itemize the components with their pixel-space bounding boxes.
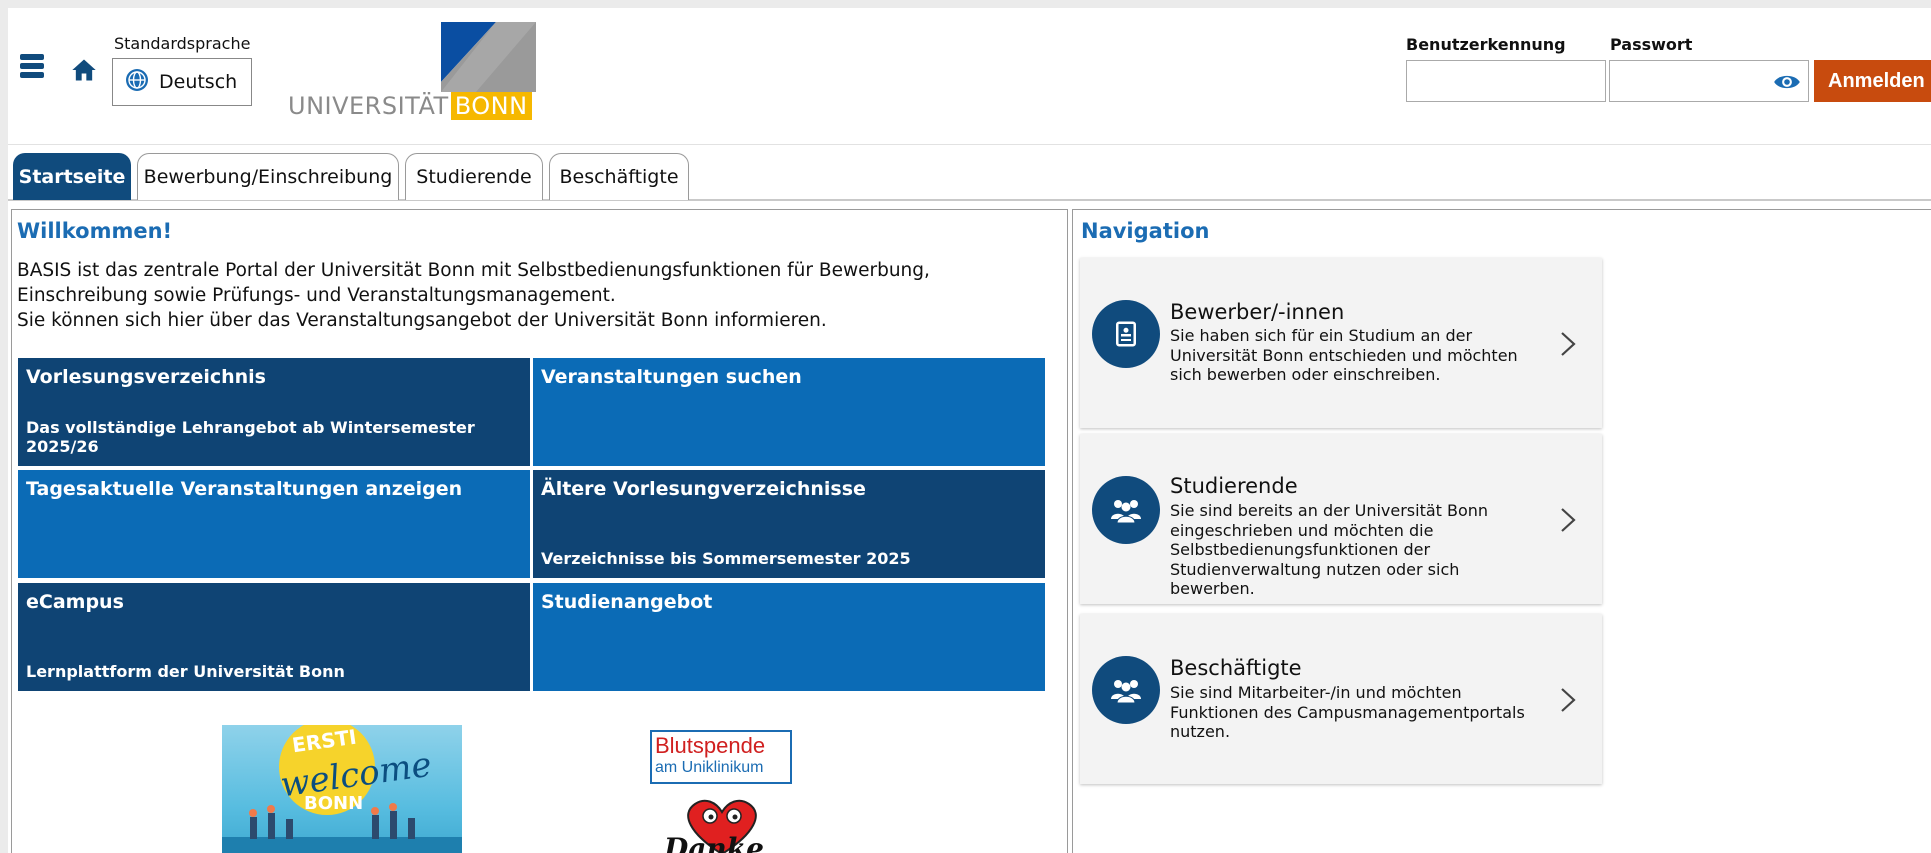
- tile-title: Ältere Vorlesungverzeichnisse: [541, 478, 866, 500]
- tile-title: Veranstaltungen suchen: [541, 366, 802, 388]
- globe-icon: [125, 68, 149, 97]
- tab-studierende[interactable]: Studierende: [405, 153, 543, 200]
- group-icon: [1092, 476, 1160, 544]
- navigation-title: Navigation: [1081, 219, 1210, 243]
- chevron-right-icon: [1561, 508, 1576, 532]
- tile-ecampus[interactable]: eCampus Lernplattform der Universität Bo…: [18, 583, 530, 691]
- tile-title: Studienangebot: [541, 591, 713, 613]
- tab-bar: Startseite Bewerbung/Einschreibung Studi…: [8, 145, 1931, 201]
- blutspende-text: Blutspende: [655, 733, 766, 758]
- document-icon: [1092, 300, 1160, 368]
- nav-card-description: Sie sind Mitarbeiter-/in und möchten Fun…: [1170, 683, 1525, 741]
- welcome-panel: Willkommen! BASIS ist das zentrale Porta…: [11, 209, 1068, 853]
- tab-bewerbung-einschreibung[interactable]: Bewerbung/Einschreibung: [137, 153, 399, 200]
- logo-text-university: UNIVERSITÄT: [288, 92, 449, 120]
- chevron-right-icon: [1561, 332, 1576, 356]
- language-selector[interactable]: Deutsch: [112, 58, 252, 106]
- login-button[interactable]: Anmelden: [1814, 60, 1931, 102]
- home-icon[interactable]: [70, 56, 98, 84]
- tile-aeltere-vorlesungsverzeichnisse[interactable]: Ältere Vorlesungverzeichnisse Verzeichni…: [533, 470, 1045, 578]
- tile-vorlesungsverzeichnis[interactable]: Vorlesungsverzeichnis Das vollständige L…: [18, 358, 530, 466]
- quick-link-tiles: Vorlesungsverzeichnis Das vollständige L…: [18, 358, 1048, 698]
- nav-card-studierende[interactable]: Studierende Sie sind bereits an der Univ…: [1080, 434, 1602, 604]
- nav-card-beschaeftigte[interactable]: Beschäftigte Sie sind Mitarbeiter-/in un…: [1080, 614, 1602, 784]
- tile-subtitle: Lernplattform der Universität Bonn: [26, 662, 345, 681]
- eye-icon[interactable]: [1773, 68, 1801, 96]
- nav-card-title: Studierende: [1170, 474, 1298, 498]
- university-logo[interactable]: UNIVERSITÄT BONN: [266, 8, 536, 142]
- ersti-welcome-banner[interactable]: ERSTI welcome BONN: [222, 725, 462, 853]
- bonn-text: BONN: [304, 793, 364, 814]
- tab-startseite[interactable]: Startseite: [13, 153, 131, 200]
- tile-veranstaltungen-suchen[interactable]: Veranstaltungen suchen: [533, 358, 1045, 466]
- portal-page: Standardsprache Deutsch UNIVERSITÄT BONN …: [8, 8, 1931, 853]
- nav-card-bewerber[interactable]: Bewerber/-innen Sie haben sich für ein S…: [1080, 258, 1602, 428]
- password-label: Passwort: [1610, 35, 1693, 54]
- language-label: Standardsprache: [114, 34, 251, 53]
- logo-text-bonn: BONN: [450, 92, 532, 120]
- welcome-paragraph-1: BASIS ist das zentrale Portal der Univer…: [17, 260, 930, 306]
- username-label: Benutzerkennung: [1406, 35, 1566, 54]
- welcome-text: BASIS ist das zentrale Portal der Univer…: [17, 258, 1062, 333]
- tile-title: eCampus: [26, 591, 124, 613]
- tile-subtitle: Das vollständige Lehrangebot ab Winterse…: [26, 418, 475, 456]
- username-input[interactable]: [1406, 60, 1606, 102]
- tab-beschaeftigte[interactable]: Beschäftigte: [549, 153, 689, 200]
- welcome-title: Willkommen!: [17, 219, 173, 243]
- tile-title: Vorlesungsverzeichnis: [26, 366, 266, 388]
- welcome-paragraph-2: Sie können sich hier über das Veranstalt…: [17, 310, 827, 331]
- blutspende-banner[interactable]: Blutspende am Uniklinikum Danke: [650, 730, 795, 853]
- hamburger-menu-icon[interactable]: [20, 54, 48, 86]
- navigation-panel: Navigation Bewerber/-innen Sie haben sic…: [1072, 209, 1931, 853]
- header: Standardsprache Deutsch UNIVERSITÄT BONN …: [8, 8, 1931, 145]
- chevron-right-icon: [1561, 688, 1576, 712]
- tile-studienangebot[interactable]: Studienangebot: [533, 583, 1045, 691]
- nav-card-description: Sie haben sich für ein Studium an der Un…: [1170, 326, 1518, 384]
- tile-subtitle: Verzeichnisse bis Sommersemester 2025: [541, 549, 911, 568]
- group-icon: [1092, 656, 1160, 724]
- nav-card-title: Bewerber/-innen: [1170, 300, 1345, 324]
- tile-tagesaktuelle-veranstaltungen[interactable]: Tagesaktuelle Veranstaltungen anzeigen: [18, 470, 530, 578]
- tile-title: Tagesaktuelle Veranstaltungen anzeigen: [26, 478, 463, 500]
- danke-text: Danke: [664, 832, 764, 853]
- logo-graphic-icon: [441, 22, 536, 92]
- language-value: Deutsch: [159, 71, 238, 93]
- nav-card-title: Beschäftigte: [1170, 656, 1302, 680]
- uniklinikum-text: am Uniklinikum: [655, 759, 764, 776]
- nav-card-description: Sie sind bereits an der Universität Bonn…: [1170, 501, 1489, 598]
